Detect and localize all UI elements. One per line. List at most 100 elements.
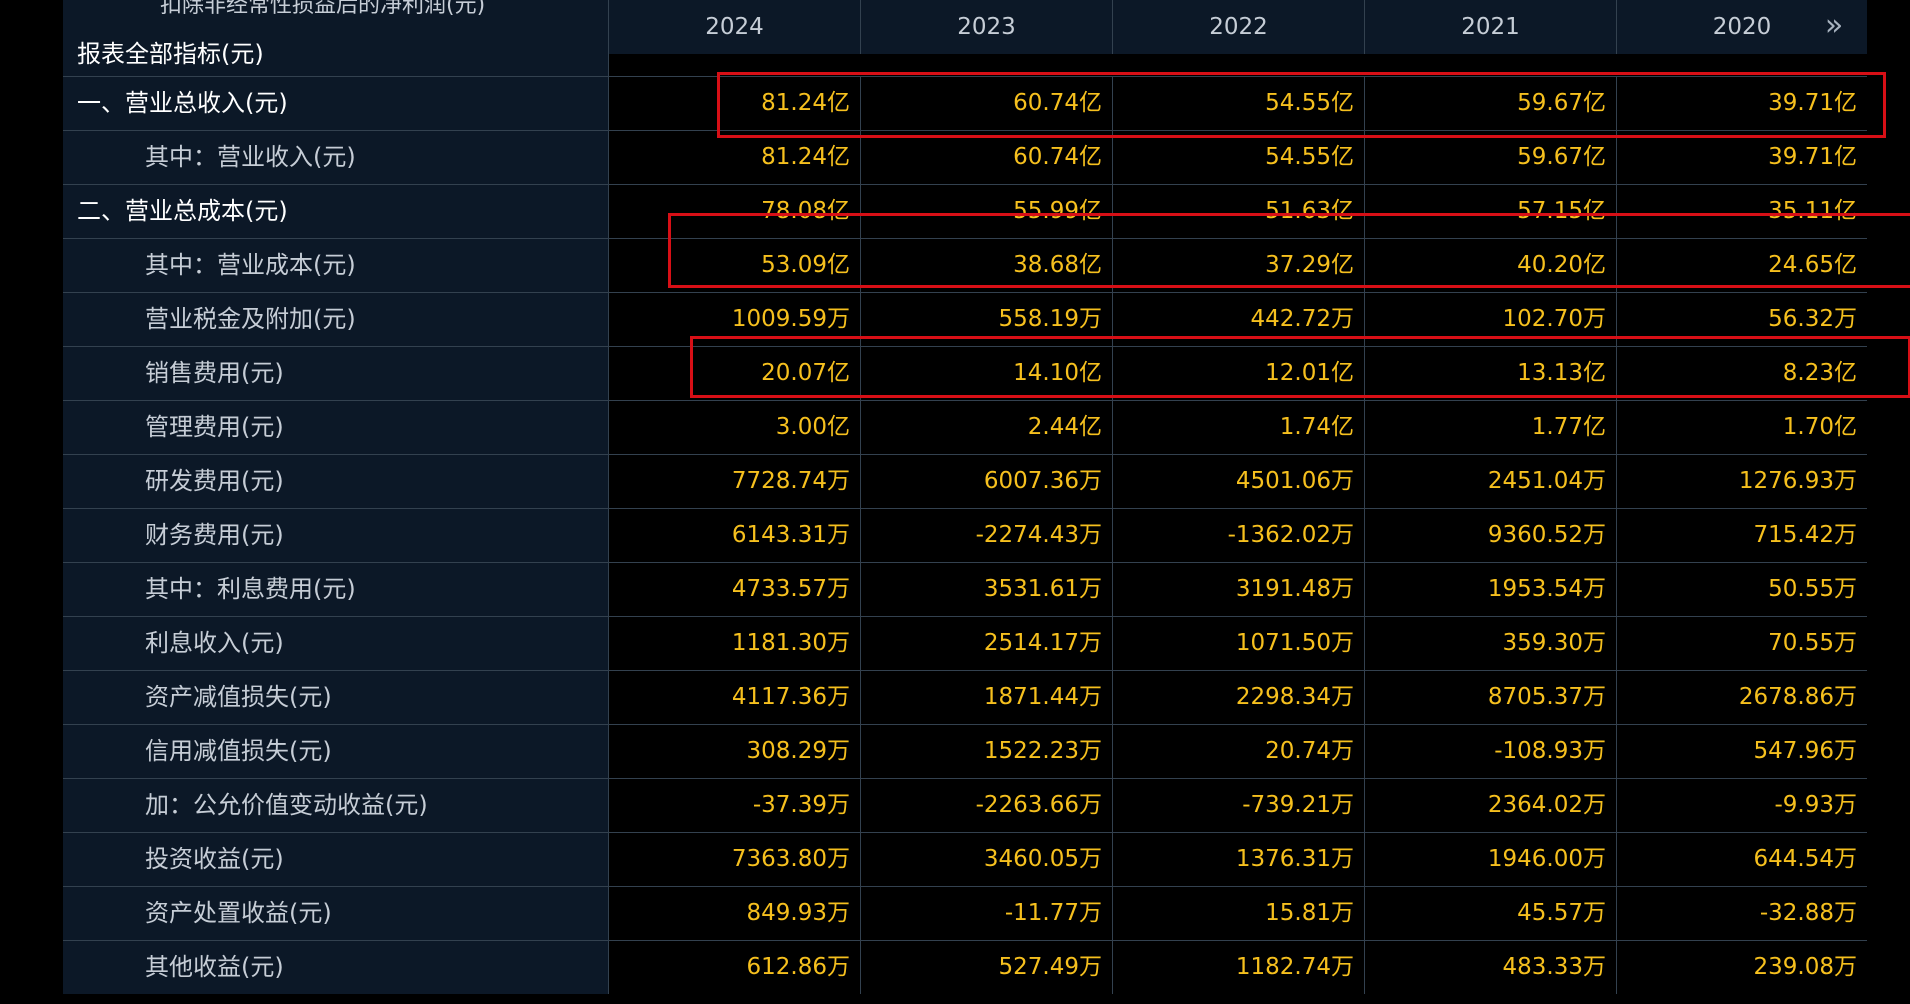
value-cell-2020: 39.71亿 [1768, 144, 1857, 170]
year-header-2023: 2023 [861, 0, 1113, 54]
value-cell-2023: 2.44亿 [861, 401, 1113, 454]
value-cell-2022: 1376.31万 [1113, 833, 1365, 886]
header-spacer [609, 54, 1867, 76]
value-cell-2023: 60.74亿 [861, 77, 1113, 130]
table-row: 销售费用(元) 20.07亿 14.10亿 12.01亿 13.13亿 8.23亿 [63, 346, 1867, 400]
financial-table-screen: 扣除非经常性损益后的净利润(元) 报表全部指标(元) 2024 2023 202… [0, 0, 1910, 1004]
year-header-2022: 2022 [1113, 0, 1365, 54]
value-cell-2020: 35.11亿 [1768, 198, 1857, 224]
value-cell-2024: 4117.36万 [609, 671, 861, 724]
financial-statement-table: 扣除非经常性损益后的净利润(元) 报表全部指标(元) 2024 2023 202… [63, 0, 1910, 1004]
table-row: 二、营业总成本(元) 78.08亿 55.99亿 51.63亿 57.15亿 35.11亿 [63, 184, 1867, 238]
value-cell-2020: 70.55万 [1768, 630, 1857, 656]
value-cell-2021: 102.70万 [1365, 293, 1617, 346]
report-indicators-label: 报表全部指标(元) [77, 40, 264, 68]
value-cell-2023: -2263.66万 [861, 779, 1113, 832]
table-row: 一、营业总收入(元) 81.24亿 60.74亿 54.55亿 59.67亿 39.71亿 [63, 76, 1867, 130]
value-cell-2020: -32.88万 [1759, 900, 1857, 926]
value-cell-2024: 7728.74万 [609, 455, 861, 508]
row-label: 其中：营业成本(元) [63, 239, 609, 292]
table-row: 管理费用(元) 3.00亿 2.44亿 1.74亿 1.77亿 1.70亿 [63, 400, 1867, 454]
value-cell-2022: 1.74亿 [1113, 401, 1365, 454]
value-cell-2021: 57.15亿 [1365, 185, 1617, 238]
value-cell-2023: 527.49万 [861, 941, 1113, 994]
value-cell-2024: 4733.57万 [609, 563, 861, 616]
table-row: 其他收益(元) 612.86万 527.49万 1182.74万 483.33万 239.… [63, 940, 1867, 994]
header-label-cell: 扣除非经常性损益后的净利润(元) 报表全部指标(元) [63, 0, 609, 76]
value-cell-2023: 14.10亿 [861, 347, 1113, 400]
table-row: 资产处置收益(元) 849.93万 -11.77万 15.81万 45.57万 -32.8… [63, 886, 1867, 940]
value-cell-2022: 3191.48万 [1113, 563, 1365, 616]
value-cell-2024: 7363.80万 [609, 833, 861, 886]
value-cell-2020: 1276.93万 [1738, 468, 1857, 494]
table-row: 研发费用(元) 7728.74万 6007.36万 4501.06万 2451.04万 1… [63, 454, 1867, 508]
row-label: 一、营业总收入(元) [63, 77, 609, 130]
value-cell-2020: -9.93万 [1774, 792, 1857, 818]
table-row: 其中：利息费用(元) 4733.57万 3531.61万 3191.48万 1953.5… [63, 562, 1867, 616]
value-cell-2024: 1181.30万 [609, 617, 861, 670]
value-cell-2023: 2514.17万 [861, 617, 1113, 670]
value-cell-2024: 81.24亿 [609, 131, 861, 184]
value-cell-2024: 612.86万 [609, 941, 861, 994]
value-cell-2021: 483.33万 [1365, 941, 1617, 994]
value-cell-2021: 1946.00万 [1365, 833, 1617, 886]
value-cell-2020: 24.65亿 [1768, 252, 1857, 278]
value-cell-2022: 12.01亿 [1113, 347, 1365, 400]
value-cell-2023: -2274.43万 [861, 509, 1113, 562]
value-cell-2020: 2678.86万 [1738, 684, 1857, 710]
value-cell-2021: 59.67亿 [1365, 77, 1617, 130]
year-header-2024: 2024 [609, 0, 861, 54]
table-row: 其中：营业成本(元) 53.09亿 38.68亿 37.29亿 40.20亿 24.65亿 [63, 238, 1867, 292]
table-row: 资产减值损失(元) 4117.36万 1871.44万 2298.34万 8705.37… [63, 670, 1867, 724]
value-cell-2024: 20.07亿 [609, 347, 861, 400]
value-cell-2024: 81.24亿 [609, 77, 861, 130]
row-label: 信用减值损失(元) [63, 725, 609, 778]
table-row: 信用减值损失(元) 308.29万 1522.23万 20.74万 -108.93万 54… [63, 724, 1867, 778]
value-cell-2022: 15.81万 [1113, 887, 1365, 940]
value-cell-2021: 1.77亿 [1365, 401, 1617, 454]
row-label: 资产减值损失(元) [63, 671, 609, 724]
truncated-indicator-label: 扣除非经常性损益后的净利润(元) [160, 0, 486, 18]
value-cell-2021: 40.20亿 [1365, 239, 1617, 292]
value-cell-2022: 4501.06万 [1113, 455, 1365, 508]
table-row: 加：公允价值变动收益(元) -37.39万 -2263.66万 -739.21万 236… [63, 778, 1867, 832]
value-cell-2022: -1362.02万 [1113, 509, 1365, 562]
value-cell-2020: 547.96万 [1753, 738, 1857, 764]
value-cell-2023: 3460.05万 [861, 833, 1113, 886]
value-cell-2022: 1071.50万 [1113, 617, 1365, 670]
value-cell-2024: 1009.59万 [609, 293, 861, 346]
year-header-2021: 2021 [1365, 0, 1617, 54]
table-header-row: 扣除非经常性损益后的净利润(元) 报表全部指标(元) 2024 2023 202… [63, 0, 1867, 76]
value-cell-2023: 1871.44万 [861, 671, 1113, 724]
value-cell-2021: 45.57万 [1365, 887, 1617, 940]
table-row: 营业税金及附加(元) 1009.59万 558.19万 442.72万 102.70万 5… [63, 292, 1867, 346]
value-cell-2021: -108.93万 [1365, 725, 1617, 778]
table-row: 利息收入(元) 1181.30万 2514.17万 1071.50万 359.30万 70… [63, 616, 1867, 670]
value-cell-2020: 239.08万 [1753, 954, 1857, 980]
table-row: 其中：营业收入(元) 81.24亿 60.74亿 54.55亿 59.67亿 39.71亿 [63, 130, 1867, 184]
value-cell-2024: 308.29万 [609, 725, 861, 778]
value-cell-2020: 8.23亿 [1782, 360, 1857, 386]
row-label: 其他收益(元) [63, 941, 609, 994]
value-cell-2023: 6007.36万 [861, 455, 1113, 508]
value-cell-2022: 37.29亿 [1113, 239, 1365, 292]
table-row: 投资收益(元) 7363.80万 3460.05万 1376.31万 1946.00万 6… [63, 832, 1867, 886]
table-row: 财务费用(元) 6143.31万 -2274.43万 -1362.02万 9360.52… [63, 508, 1867, 562]
value-cell-2022: 442.72万 [1113, 293, 1365, 346]
value-cell-2020: 715.42万 [1753, 522, 1857, 548]
row-label: 其中：营业收入(元) [63, 131, 609, 184]
row-label: 财务费用(元) [63, 509, 609, 562]
row-label: 管理费用(元) [63, 401, 609, 454]
value-cell-2021: 9360.52万 [1365, 509, 1617, 562]
value-cell-2023: -11.77万 [861, 887, 1113, 940]
double-chevron-right-icon[interactable]: » [1820, 11, 1848, 41]
value-cell-2022: 20.74万 [1113, 725, 1365, 778]
value-cell-2022: 51.63亿 [1113, 185, 1365, 238]
value-cell-2023: 60.74亿 [861, 131, 1113, 184]
value-cell-2021: 13.13亿 [1365, 347, 1617, 400]
value-cell-2022: 54.55亿 [1113, 77, 1365, 130]
value-cell-2023: 38.68亿 [861, 239, 1113, 292]
value-cell-2022: 1182.74万 [1113, 941, 1365, 994]
row-label: 利息收入(元) [63, 617, 609, 670]
value-cell-2020: 50.55万 [1768, 576, 1857, 602]
